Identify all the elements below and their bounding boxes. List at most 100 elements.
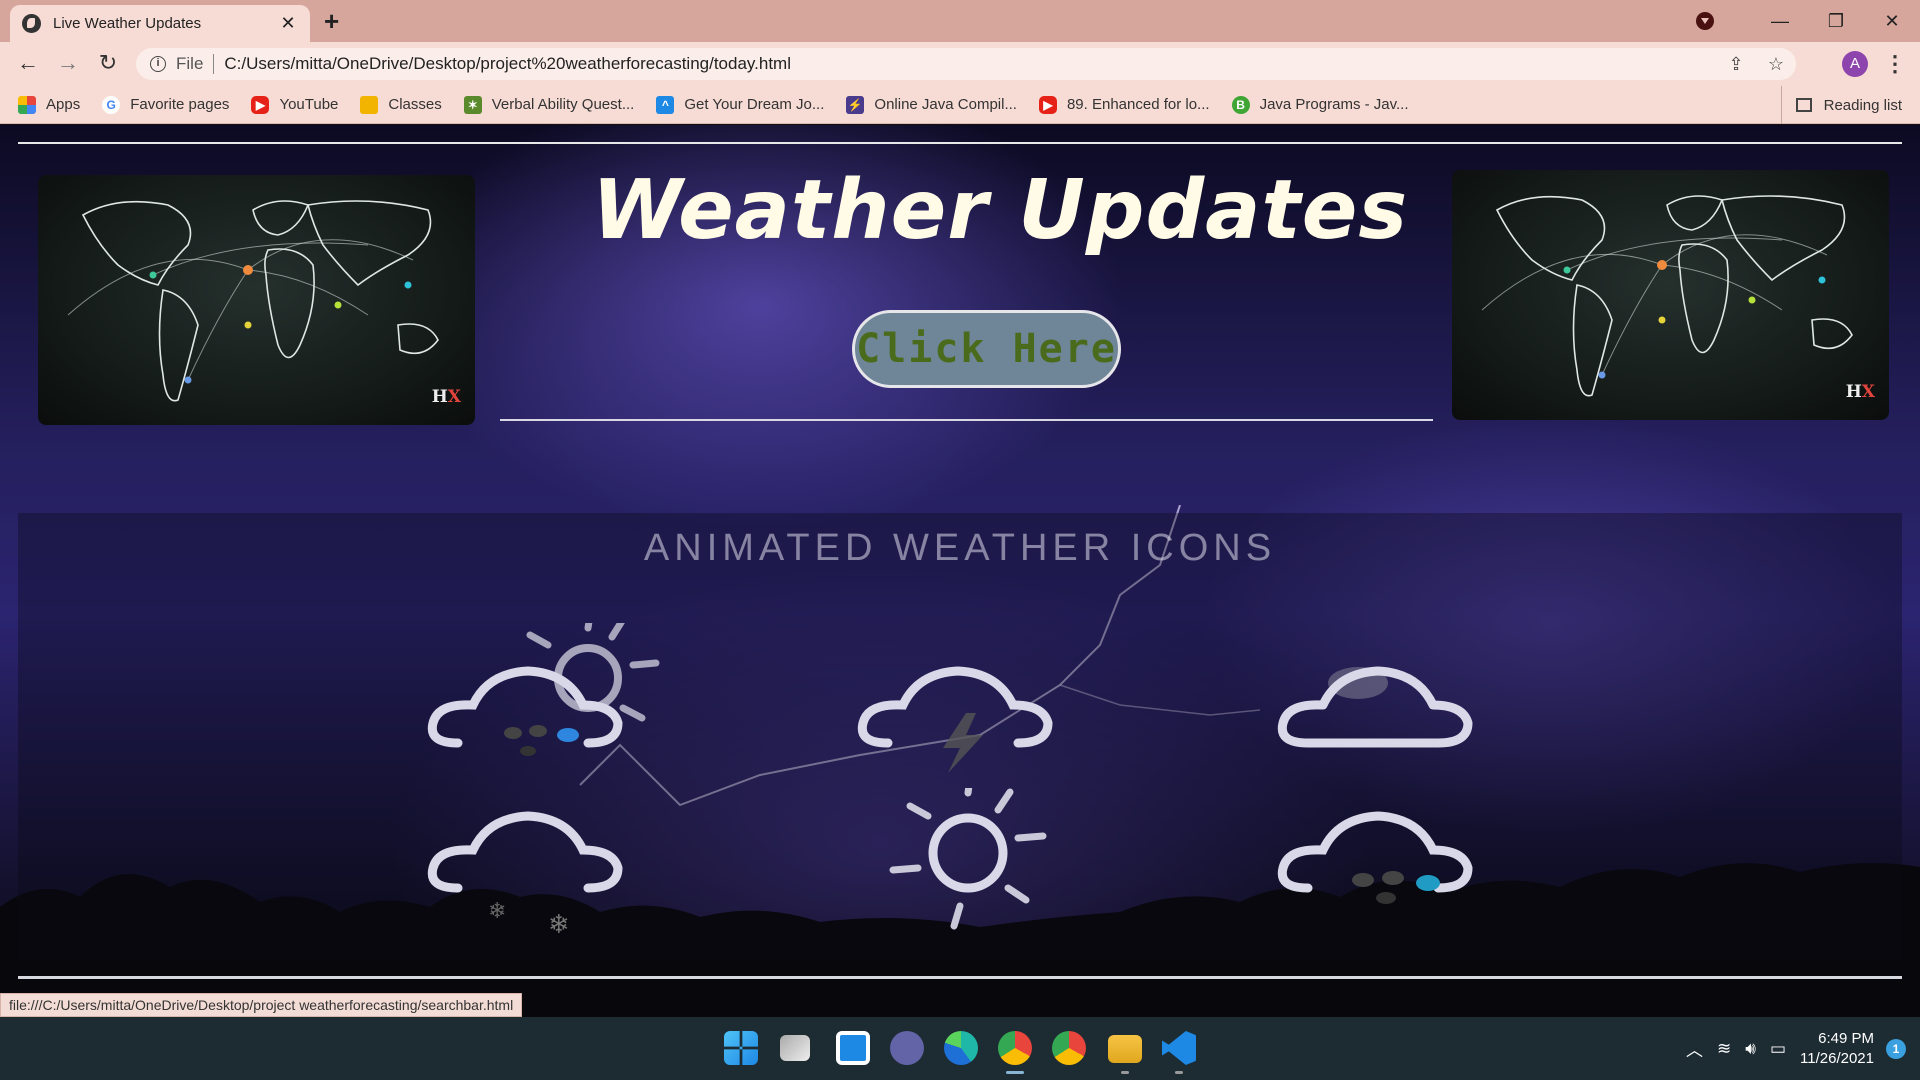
share-icon[interactable]: ⇪ (1716, 54, 1756, 75)
bookmark-dream-job[interactable]: ^ Get Your Dream Jo... (656, 95, 825, 114)
logo-x: X (447, 387, 461, 407)
click-here-button[interactable]: Click Here (852, 310, 1121, 388)
browser-tab[interactable]: Live Weather Updates ✕ (10, 5, 310, 42)
tab-title: Live Weather Updates (53, 15, 202, 32)
logo-h: H (431, 387, 448, 407)
vscode-icon[interactable] (1162, 1031, 1196, 1065)
file-explorer-icon[interactable] (1108, 1035, 1142, 1063)
windows-start-icon[interactable] (724, 1031, 758, 1065)
rainy-icon (1277, 811, 1473, 904)
forward-button[interactable]: → (54, 50, 82, 76)
back-button[interactable]: ← (14, 50, 42, 76)
tab-search-icon[interactable] (1696, 12, 1714, 30)
minimize-button[interactable]: — (1752, 11, 1808, 32)
page-title: Weather Updates (591, 163, 1409, 258)
chrome-icon[interactable] (1052, 1031, 1086, 1065)
bookmark-label: 89. Enhanced for lo... (1066, 96, 1210, 113)
globe-icon (22, 14, 41, 33)
compiler-icon: ⚡ (846, 95, 865, 114)
flurries-icon: ❄ ❄ (427, 811, 623, 940)
link-status-bubble: file:///C:/Users/mitta/OneDrive/Desktop/… (0, 993, 523, 1017)
bookmark-label: Classes (388, 96, 442, 113)
indiabix-icon: ✶ (463, 95, 482, 114)
url-text[interactable]: C:/Users/mitta/OneDrive/Desktop/project%… (224, 54, 1716, 74)
new-tab-button[interactable]: + (324, 6, 339, 37)
widgets-icon[interactable] (836, 1031, 870, 1065)
world-map-icon (1481, 195, 1853, 397)
hx-logo: HX (1846, 382, 1875, 402)
sun-shower-icon (427, 623, 660, 756)
teams-chat-icon[interactable] (890, 1031, 924, 1065)
reload-button[interactable]: ↻ (94, 50, 122, 76)
info-icon[interactable]: i (150, 56, 166, 72)
svg-text:❄: ❄ (488, 899, 506, 924)
notification-badge[interactable]: 1 (1886, 1038, 1906, 1059)
bookmark-java-compiler[interactable]: ⚡ Online Java Compil... (846, 95, 1017, 114)
profile-avatar[interactable]: A (1842, 51, 1868, 77)
bookmark-label: Get Your Dream Jo... (684, 96, 825, 113)
bookmark-youtube[interactable]: ▶ YouTube (251, 95, 339, 114)
window-controls: — ❐ ✕ (1696, 0, 1920, 42)
task-view-icon[interactable] (780, 1035, 810, 1061)
bookmark-label: Online Java Compil... (874, 96, 1017, 113)
world-map-icon (67, 200, 439, 402)
browser-menu-icon[interactable]: ⋮ (1884, 51, 1906, 77)
sunny-icon (889, 788, 1047, 930)
bookmark-java-programs[interactable]: B Java Programs - Jav... (1231, 95, 1409, 114)
bookmark-label: Favorite pages (130, 96, 230, 113)
system-tray: ︿ ≋ 🔊︎ ▭ 6:49 PM 11/26/2021 1 (1686, 1017, 1920, 1080)
scheme-label: File (176, 54, 204, 73)
beginnersbook-icon: B (1231, 95, 1250, 114)
top-divider (18, 142, 1902, 144)
jobs-icon: ^ (656, 95, 675, 114)
active-app-indicator (1006, 1071, 1024, 1074)
browser-toolbar: ← → ↻ i File C:/Users/mitta/OneDrive/Des… (0, 42, 1920, 86)
bookmark-label: Apps (46, 96, 81, 113)
bookmark-classes[interactable]: Classes (360, 95, 442, 114)
world-map-image-left: HX (38, 175, 475, 425)
apps-grid-icon (18, 95, 36, 114)
reading-list-icon (1795, 98, 1812, 112)
reading-list-label: Reading list (1823, 96, 1902, 114)
classroom-icon (360, 95, 379, 114)
clock-time: 6:49 PM (1818, 1029, 1874, 1047)
title-divider (500, 419, 1433, 421)
battery-icon[interactable]: ▭ (1770, 1039, 1786, 1059)
svg-text:❄: ❄ (548, 910, 570, 940)
restore-button[interactable]: ❐ (1808, 11, 1864, 32)
address-bar[interactable]: i File C:/Users/mitta/OneDrive/Desktop/p… (136, 48, 1796, 80)
bookmarks-bar: Apps G Favorite pages ▶ YouTube Classes ✶ V… (0, 86, 1920, 124)
bookmark-favorite-pages[interactable]: G Favorite pages (102, 95, 230, 114)
youtube-icon: ▶ (251, 95, 270, 114)
close-window-button[interactable]: ✕ (1864, 11, 1920, 32)
wifi-icon[interactable]: ≋ (1717, 1039, 1731, 1059)
running-app-indicator (1121, 1071, 1129, 1074)
logo-x: X (1861, 382, 1875, 402)
logo-h: H (1845, 382, 1862, 402)
running-app-indicator (1175, 1071, 1183, 1074)
world-map-image-right: HX (1452, 170, 1889, 420)
hx-logo: HX (432, 387, 461, 407)
edge-icon[interactable] (944, 1031, 978, 1065)
address-divider (213, 54, 215, 74)
cloudy-icon (1277, 666, 1473, 748)
page-viewport: HX Weather Updates Click Here HX ANIMATE… (0, 125, 1920, 1017)
icons-heading: ANIMATED WEATHER ICONS (643, 527, 1277, 569)
chrome-profile-icon[interactable] (998, 1031, 1032, 1065)
bottom-divider (18, 976, 1902, 979)
bookmark-label: Java Programs - Jav... (1259, 96, 1409, 113)
bookmark-verbal-ability[interactable]: ✶ Verbal Ability Quest... (463, 95, 635, 114)
volume-icon[interactable]: 🔊︎ (1745, 1039, 1756, 1059)
reading-list-button[interactable]: Reading list (1780, 86, 1902, 124)
bookmark-enhanced-for[interactable]: ▶ 89. Enhanced for lo... (1038, 95, 1210, 114)
bookmark-label: Verbal Ability Quest... (491, 96, 635, 113)
bookmark-apps[interactable]: Apps (18, 95, 81, 114)
youtube-icon: ▶ (1038, 95, 1057, 114)
bookmark-star-icon[interactable]: ☆ (1756, 54, 1796, 75)
bookmark-label: YouTube (279, 96, 339, 113)
close-tab-icon[interactable]: ✕ (278, 13, 298, 34)
google-icon: G (102, 95, 121, 114)
chevron-up-icon[interactable]: ︿ (1686, 1036, 1703, 1061)
clock[interactable]: 6:49 PM 11/26/2021 (1800, 1029, 1874, 1069)
weather-icons-panel: ANIMATED WEATHER ICONS ❄ ❄ (18, 513, 1902, 959)
